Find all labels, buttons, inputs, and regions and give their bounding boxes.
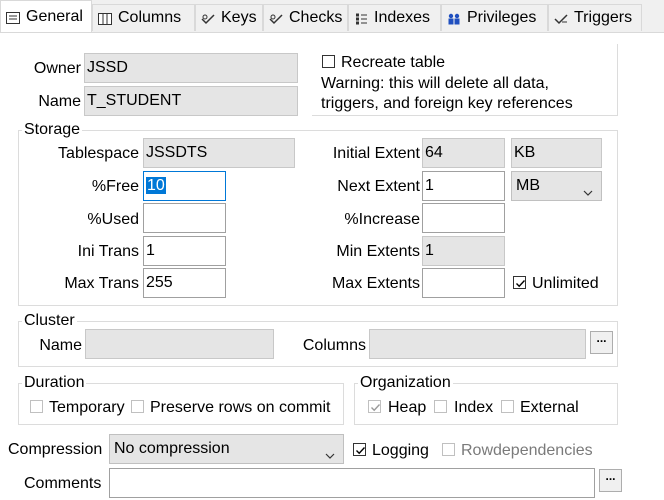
tab-general[interactable]: General <box>0 0 92 32</box>
cluster-columns-browse-button[interactable]: ... <box>590 331 613 354</box>
privileges-tab-icon <box>447 12 461 25</box>
logging-checkbox[interactable] <box>353 443 366 456</box>
tab-label: General <box>26 7 83 25</box>
temporary-label: Temporary <box>49 399 125 416</box>
index-label: Index <box>454 399 494 416</box>
free-label: %Free <box>91 178 139 195</box>
rowdependencies-label: Rowdependencies <box>461 442 593 459</box>
checks-tab-icon <box>269 12 283 25</box>
cluster-columns-label: Columns <box>302 337 366 354</box>
cluster-title: Cluster <box>22 311 77 331</box>
next-extent-unit-select[interactable]: MB <box>511 171 602 201</box>
tab-keys[interactable]: Keys <box>195 4 263 31</box>
initial-extent-label: Initial Extent <box>332 145 420 162</box>
comments-browse-button[interactable]: ... <box>599 469 622 492</box>
checkmark-icon <box>516 280 526 288</box>
ini-trans-field[interactable]: 1 <box>143 236 226 266</box>
free-value: 10 <box>146 177 166 194</box>
next-extent-label: Next Extent <box>337 178 420 195</box>
cluster-name-label: Name <box>39 337 82 354</box>
indexes-tab-icon <box>354 12 368 25</box>
recreate-table-checkbox[interactable] <box>322 55 335 68</box>
preserve-rows-checkbox[interactable] <box>131 400 144 413</box>
tab-label: Privileges <box>467 9 537 26</box>
cluster-name-field[interactable] <box>85 329 274 359</box>
unlimited-checkbox[interactable] <box>513 276 526 289</box>
increase-field[interactable] <box>422 203 505 233</box>
used-field[interactable] <box>143 203 226 233</box>
initial-extent-unit[interactable]: KB <box>511 138 602 168</box>
warning-text-line2: triggers, and foreign key references <box>321 95 573 112</box>
heap-radio[interactable] <box>368 400 381 413</box>
general-tab-icon <box>6 11 20 24</box>
name-label: Name <box>38 93 81 110</box>
compression-value: No compression <box>114 440 230 457</box>
tab-checks[interactable]: Checks <box>263 4 348 31</box>
owner-field[interactable]: JSSD <box>84 53 298 83</box>
organization-title: Organization <box>358 373 453 393</box>
chevron-down-icon <box>325 443 335 459</box>
chevron-down-icon <box>583 180 593 196</box>
logging-label: Logging <box>372 442 429 459</box>
tab-columns[interactable]: Columns <box>92 4 195 31</box>
tab-label: Keys <box>221 9 257 26</box>
name-field[interactable]: T_STUDENT <box>84 86 298 116</box>
free-field[interactable]: 10 <box>143 171 226 201</box>
tab-label: Triggers <box>574 9 633 26</box>
tab-bar: General Columns Keys Checks Indexes Priv… <box>0 0 664 33</box>
storage-title: Storage <box>22 120 83 140</box>
comments-field[interactable] <box>109 468 595 498</box>
ini-trans-label: Ini Trans <box>77 243 139 260</box>
recreate-table-label: Recreate table <box>341 54 446 71</box>
duration-title: Duration <box>22 373 87 393</box>
cluster-columns-field[interactable] <box>369 329 586 359</box>
max-trans-label: Max Trans <box>64 275 139 292</box>
tab-label: Columns <box>118 9 182 26</box>
warning-text-line1: Warning: this will delete all data, <box>321 75 549 92</box>
triggers-tab-icon <box>554 12 568 25</box>
heap-label: Heap <box>388 399 427 416</box>
columns-tab-icon <box>98 12 112 25</box>
preserve-rows-label: Preserve rows on commit <box>150 399 331 416</box>
max-extents-label: Max Extents <box>331 275 420 292</box>
used-label: %Used <box>87 211 139 228</box>
tab-label: Indexes <box>374 9 431 26</box>
tab-label: Checks <box>289 9 343 26</box>
tab-indexes[interactable]: Indexes <box>348 4 441 31</box>
external-radio[interactable] <box>501 400 514 413</box>
comments-label: Comments <box>24 475 102 492</box>
next-extent-field[interactable]: 1 <box>422 171 505 201</box>
temporary-checkbox[interactable] <box>30 400 43 413</box>
keys-tab-icon <box>201 12 215 25</box>
next-extent-unit-value: MB <box>516 177 540 194</box>
checkmark-icon <box>356 447 366 455</box>
owner-label: Owner <box>33 60 81 77</box>
tablespace-field[interactable]: JSSDTS <box>143 138 295 168</box>
index-radio[interactable] <box>434 400 447 413</box>
tab-triggers[interactable]: Triggers <box>548 4 642 31</box>
tab-privileges[interactable]: Privileges <box>441 4 548 31</box>
increase-label: %Increase <box>344 211 420 228</box>
compression-label: Compression <box>8 441 103 458</box>
min-extents-label: Min Extents <box>336 243 420 260</box>
compression-select[interactable]: No compression <box>109 434 344 464</box>
rowdependencies-checkbox[interactable] <box>442 443 455 456</box>
external-label: External <box>520 399 579 416</box>
unlimited-label: Unlimited <box>532 275 599 292</box>
max-extents-field[interactable] <box>422 268 505 298</box>
max-trans-field[interactable]: 255 <box>143 268 226 298</box>
checkmark-icon <box>371 404 381 412</box>
min-extents-field[interactable]: 1 <box>422 236 505 266</box>
initial-extent-field[interactable]: 64 <box>422 138 505 168</box>
tablespace-label: Tablespace <box>58 145 139 162</box>
